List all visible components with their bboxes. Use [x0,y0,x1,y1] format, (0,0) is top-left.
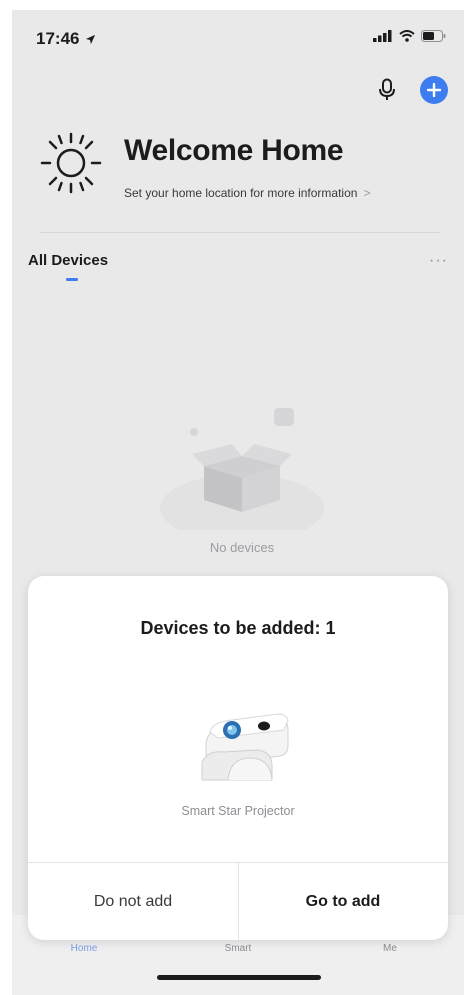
nav-me[interactable]: Me [360,943,420,954]
wifi-icon [399,30,415,42]
welcome-title: Welcome Home [124,134,344,167]
nav-home[interactable]: Home [54,943,114,954]
signal-icon [373,30,392,42]
go-to-add-button[interactable]: Go to add [238,863,448,940]
home-location-link[interactable]: Set your home location for more informat… [124,186,370,200]
empty-box-icon [160,408,324,542]
chevron-right-icon: > [363,186,371,200]
nav-smart[interactable]: Smart [208,943,268,954]
empty-label: No devices [209,540,275,555]
home-indicator [157,975,321,980]
status-icons [373,30,446,42]
section-divider [40,232,440,233]
dialog-title: Devices to be added: 1 [140,618,336,638]
app-screen: 17:46 Welcome Home Set your home locatio… [12,10,464,995]
projector-device-image [201,713,289,781]
empty-state: No devices [142,400,342,580]
top-actions [374,76,448,104]
do-not-add-button[interactable]: Do not add [28,863,238,940]
device-tabs: All Devices ··· [28,250,448,290]
tab-all-devices[interactable]: All Devices [28,252,108,269]
location-arrow-icon [86,34,96,44]
welcome-subtitle: Set your home location for more informat… [124,186,358,200]
add-device-button[interactable] [420,76,448,104]
tab-indicator [66,278,78,281]
microphone-icon[interactable] [374,77,400,103]
status-bar: 17:46 [12,10,464,66]
status-time-text: 17:46 [36,29,80,48]
battery-icon [421,30,446,42]
devices-to-add-dialog: Devices to be added: 1 Smart Star Projec… [28,576,448,940]
sun-icon [40,132,102,194]
device-name: Smart Star Projector [181,804,295,818]
plus-icon [427,83,441,97]
status-time: 17:46 [36,29,96,49]
more-options-icon[interactable]: ··· [429,252,448,270]
welcome-section[interactable]: Welcome Home Set your home location for … [40,130,450,220]
